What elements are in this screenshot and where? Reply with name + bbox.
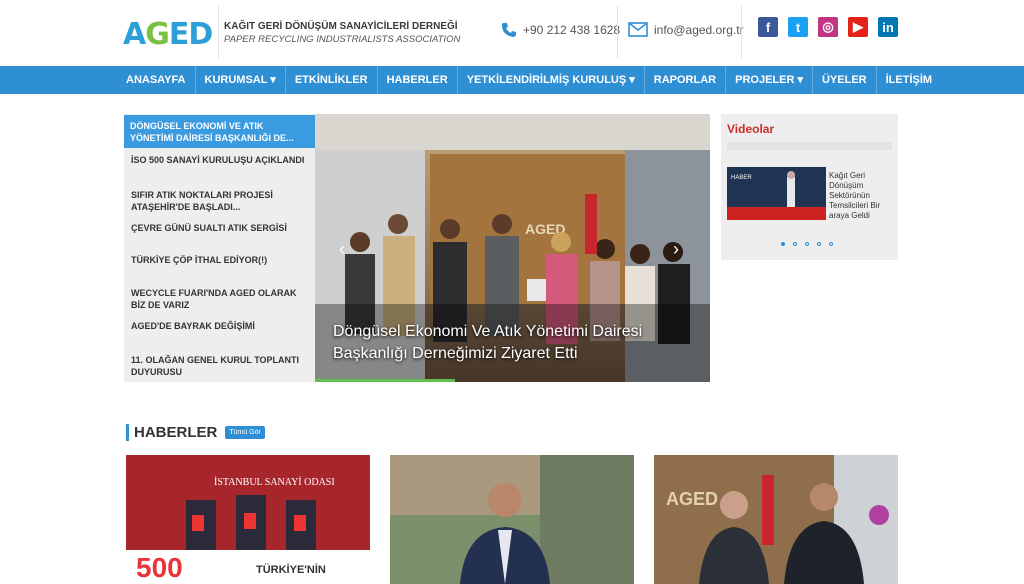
youtube-icon[interactable]: ▶ bbox=[848, 17, 868, 37]
header: AGED KAĞIT GERİ DÖNÜŞÜM SANAYİCİLERİ DER… bbox=[0, 0, 1024, 66]
videos-title: Videolar bbox=[727, 122, 775, 136]
sidebar-item[interactable]: WECYCLE FUARI'NDA AGED OLARAK BİZ DE VAR… bbox=[131, 287, 311, 311]
slider-caption[interactable]: Döngüsel Ekonomi Ve Atık Yönetimi Daires… bbox=[333, 321, 710, 365]
pager-dot[interactable] bbox=[829, 242, 833, 246]
phone-contact[interactable]: +90 212 438 1628 bbox=[501, 22, 620, 38]
slider-progress bbox=[315, 379, 455, 382]
aged-logo[interactable]: AGED bbox=[123, 17, 213, 52]
pager-dot[interactable] bbox=[781, 242, 785, 246]
see-all-button[interactable]: Tümü Gör bbox=[225, 426, 265, 439]
news-card[interactable] bbox=[390, 455, 634, 584]
sidebar-item[interactable]: TÜRKİYE ÇÖP İTHAL EDİYOR(!) bbox=[131, 254, 311, 266]
sidebar-item[interactable]: SIFIR ATIK NOKTALARI PROJESİ ATAŞEHİR'DE… bbox=[131, 189, 311, 213]
nav-item-5[interactable]: RAPORLAR bbox=[645, 66, 727, 94]
sidebar-item[interactable]: İSO 500 SANAYİ KURULUŞU AÇIKLANDI bbox=[131, 154, 311, 166]
video-channel-label: HABER bbox=[731, 175, 752, 181]
main-nav: ANASAYFA KURUMSAL ▾ ETKİNLİKLER HABERLER YET… bbox=[0, 66, 1024, 94]
sidebar-item-active[interactable]: DÖNGÜSEL EKONOMİ VE ATIK YÖNETİMİ DAİRES… bbox=[124, 115, 329, 148]
pager-dot[interactable] bbox=[817, 242, 821, 246]
news-sidebar: DÖNGÜSEL EKONOMİ VE ATIK YÖNETİMİ DAİRES… bbox=[124, 114, 329, 382]
videos-panel: Videolar HABER Kağıt Geri Dönüşüm Sektör… bbox=[721, 114, 898, 260]
linkedin-icon[interactable]: in bbox=[878, 17, 898, 37]
card-brand-text: AGED bbox=[666, 489, 718, 509]
nav-item-1[interactable]: KURUMSAL ▾ bbox=[196, 66, 286, 94]
pager-dot[interactable] bbox=[793, 242, 797, 246]
mail-icon bbox=[628, 22, 648, 37]
nav-item-4[interactable]: YETKİLENDİRİLMİŞ KURULUŞ ▾ bbox=[458, 66, 645, 94]
videos-bar bbox=[727, 142, 892, 150]
org-name-tr: KAĞIT GERİ DÖNÜŞÜM SANAYİCİLERİ DERNEĞİ bbox=[224, 21, 458, 32]
twitter-icon[interactable]: t bbox=[788, 17, 808, 37]
sidebar-item[interactable]: AGED'DE BAYRAK DEĞİŞİMİ bbox=[131, 320, 311, 332]
logo-divider bbox=[218, 6, 219, 58]
news-title: HABERLER bbox=[134, 424, 218, 441]
featured-slider[interactable]: AGED ‹ › Döngüsel Ekonomi Ve Atık Yöneti… bbox=[315, 114, 710, 382]
slider-prev-button[interactable]: ‹ bbox=[339, 239, 345, 260]
news-heading: HABERLER Tümü Gör bbox=[126, 424, 265, 441]
nav-item-6[interactable]: PROJELER ▾ bbox=[726, 66, 813, 94]
nav-item-2[interactable]: ETKİNLİKLER bbox=[286, 66, 378, 94]
nav-item-3[interactable]: HABERLER bbox=[378, 66, 458, 94]
nav-item-8[interactable]: İLETİŞİM bbox=[877, 66, 941, 94]
email-address: info@aged.org.tr bbox=[654, 22, 744, 37]
social-divider bbox=[741, 6, 742, 58]
pager-dot[interactable] bbox=[805, 242, 809, 246]
sidebar-item[interactable]: 11. OLAĞAN GENEL KURUL TOPLANTI DUYURUSU bbox=[131, 354, 311, 378]
slider-next-button[interactable]: › bbox=[673, 239, 679, 260]
card-venue-text: İSTANBUL SANAYİ ODASI bbox=[214, 476, 335, 488]
facebook-icon[interactable]: f bbox=[758, 17, 778, 37]
nav-item-0[interactable]: ANASAYFA bbox=[117, 66, 196, 94]
sidebar-item[interactable]: ÇEVRE GÜNÜ SUALTI ATIK SERGİSİ bbox=[131, 222, 311, 234]
nav-item-7[interactable]: ÜYELER bbox=[813, 66, 877, 94]
news-card[interactable]: AGED bbox=[654, 455, 898, 584]
org-name-en: PAPER RECYCLING INDUSTRIALISTS ASSOCIATI… bbox=[224, 34, 461, 45]
video-title-link[interactable]: Kağıt Geri Dönüşüm Sektörünün Temsilcile… bbox=[829, 171, 895, 221]
email-contact[interactable]: info@aged.org.tr bbox=[628, 22, 744, 37]
news-card[interactable]: İSTANBUL SANAYİ ODASI 500 TÜRKİYE'NİN bbox=[126, 455, 370, 584]
card-number-text: 500 bbox=[136, 552, 183, 583]
phone-icon bbox=[502, 23, 516, 37]
video-pager bbox=[781, 242, 833, 246]
social-links: f t ◎ ▶ in bbox=[758, 17, 898, 37]
contact-divider bbox=[617, 6, 618, 58]
card-headline-text: TÜRKİYE'NİN bbox=[256, 563, 326, 576]
heading-accent bbox=[126, 424, 129, 441]
featured-section: DÖNGÜSEL EKONOMİ VE ATIK YÖNETİMİ DAİRES… bbox=[124, 114, 898, 382]
video-thumbnail[interactable]: HABER bbox=[727, 167, 826, 220]
instagram-icon[interactable]: ◎ bbox=[818, 17, 838, 37]
phone-number: +90 212 438 1628 bbox=[523, 23, 621, 37]
